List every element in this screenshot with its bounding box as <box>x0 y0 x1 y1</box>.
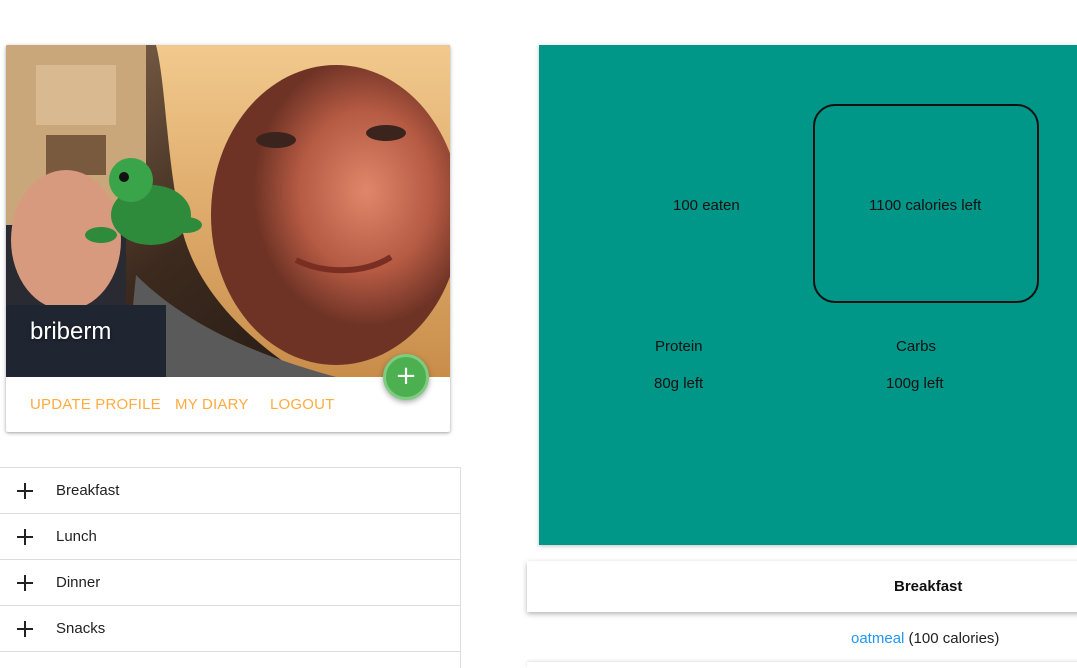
nutrition-summary: 100 eaten 1100 calories left Protein 80g… <box>539 45 1077 545</box>
profile-username: briberm <box>30 318 112 345</box>
food-link[interactable]: oatmeal <box>851 630 904 647</box>
calories-left: 1100 calories left <box>869 197 982 214</box>
meal-item-snacks[interactable]: Snacks <box>0 606 460 652</box>
carbs-left: 100g left <box>886 375 944 392</box>
my-diary-button[interactable]: MY DIARY <box>175 396 249 413</box>
plus-icon <box>16 574 34 592</box>
food-calories: (100 calories) <box>908 630 1000 647</box>
protein-label: Protein <box>655 338 703 355</box>
update-profile-button[interactable]: UPDATE PROFILE <box>30 396 161 413</box>
breakfast-section-header[interactable]: Breakfast <box>527 561 1077 612</box>
calories-eaten: 100 eaten <box>673 197 740 214</box>
meal-label: Breakfast <box>56 482 120 499</box>
profile-card: briberm + UPDATE PROFILE MY DIARY LOGOUT <box>6 45 450 432</box>
protein-left: 80g left <box>654 375 704 392</box>
meal-list: Breakfast Lunch Dinner Snacks <box>0 467 461 668</box>
section-title: Breakfast <box>894 578 963 595</box>
meal-item-breakfast[interactable]: Breakfast <box>0 468 460 514</box>
meal-label: Dinner <box>56 574 101 591</box>
meal-item-dinner[interactable]: Dinner <box>0 560 460 606</box>
plus-icon <box>16 482 34 500</box>
meal-item-lunch[interactable]: Lunch <box>0 514 460 560</box>
meal-label: Lunch <box>56 528 97 545</box>
plus-icon <box>16 620 34 638</box>
section-divider <box>527 662 1077 668</box>
profile-actions: UPDATE PROFILE MY DIARY LOGOUT <box>6 377 450 432</box>
meal-label: Snacks <box>56 620 106 637</box>
plus-icon <box>16 528 34 546</box>
food-entry: oatmeal (100 calories) <box>851 630 999 647</box>
logout-button[interactable]: LOGOUT <box>270 396 335 413</box>
carbs-label: Carbs <box>896 338 937 355</box>
